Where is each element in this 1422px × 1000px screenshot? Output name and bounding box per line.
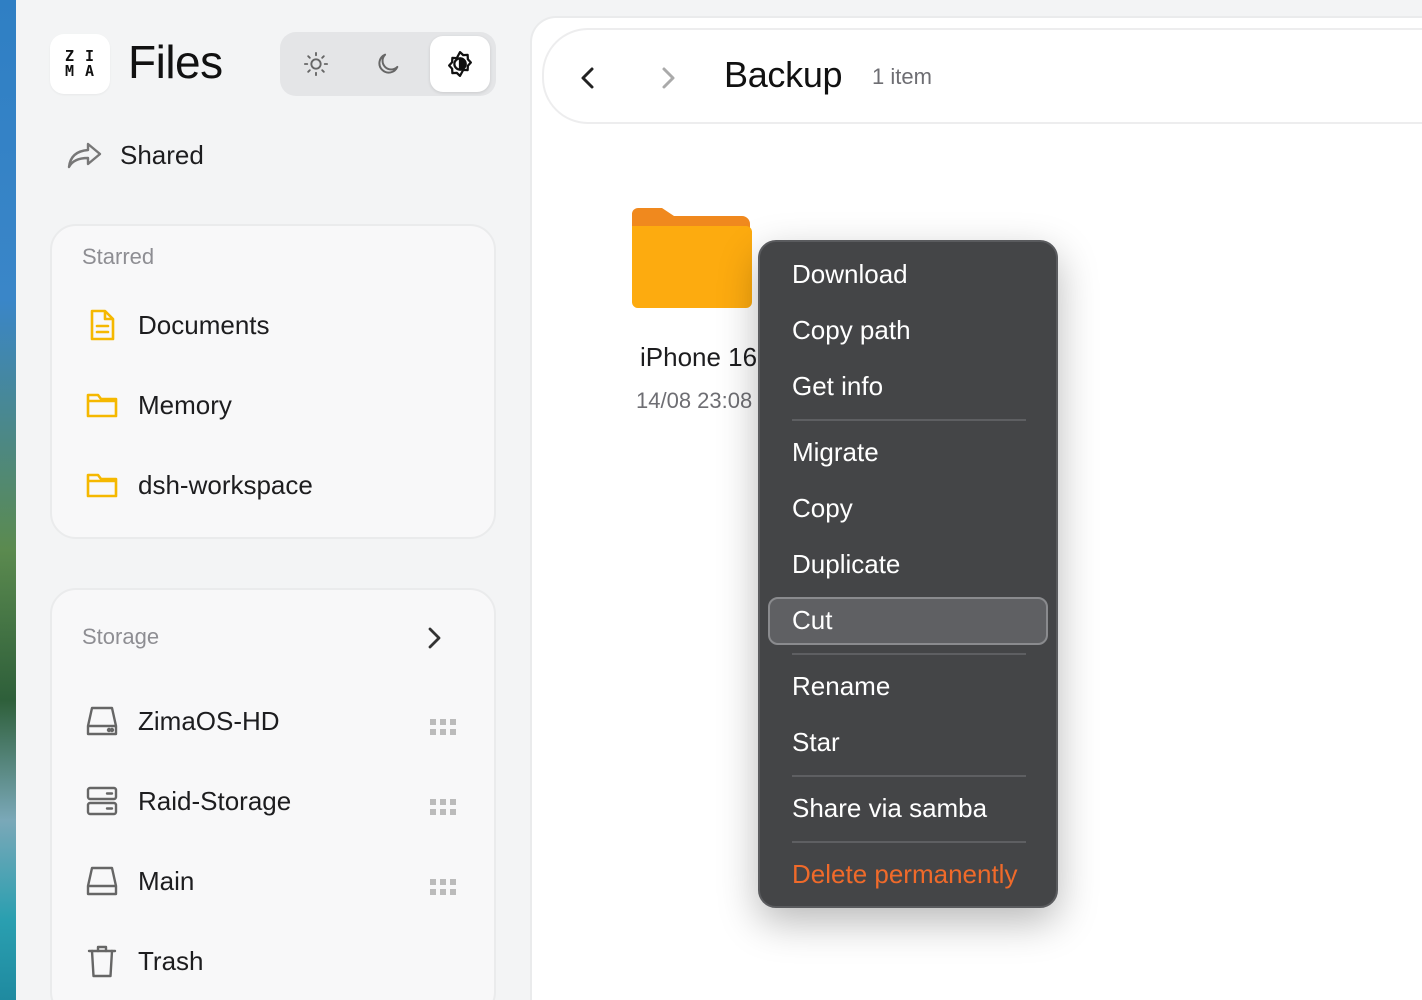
trash-icon: [82, 941, 122, 981]
back-button[interactable]: [568, 58, 608, 98]
starred-header: Starred: [82, 244, 155, 269]
toolbar: Backup 1 item: [542, 28, 1422, 124]
file-date: 14/08 23:08: [636, 388, 753, 413]
chevron-left-icon: [581, 67, 594, 89]
menu-item-get-info[interactable]: Get info: [792, 370, 883, 402]
logo-text: Z IM A: [64, 47, 96, 80]
sidebar-item-dsh-workspace[interactable]: dsh-workspace: [82, 460, 466, 510]
sidebar-item-label: Main: [138, 865, 195, 896]
menu-item-star[interactable]: Star: [792, 726, 840, 758]
document-icon: [82, 305, 122, 345]
chevron-right-icon[interactable]: [424, 626, 444, 655]
menu-item-migrate[interactable]: Migrate: [792, 436, 879, 468]
menu-item-copy[interactable]: Copy: [792, 492, 853, 524]
theme-auto-button[interactable]: [430, 36, 490, 92]
context-menu: Download Copy path Get info Migrate Copy…: [758, 240, 1058, 908]
moon-icon: [378, 53, 399, 74]
desktop-wallpaper: [0, 0, 16, 1000]
raid-icon: [82, 781, 122, 821]
sidebar-item-label: Memory: [138, 389, 232, 420]
app-title: Files: [128, 36, 223, 88]
storage-section: Storage ZimaOS-HD Raid-Storage Main Tras…: [50, 588, 496, 1000]
folder-icon: [82, 385, 122, 425]
theme-light-button[interactable]: [286, 36, 346, 92]
sidebar-item-label: dsh-workspace: [138, 469, 313, 500]
menu-item-label: Cut: [792, 605, 833, 635]
drive-icon: [82, 861, 122, 901]
theme-dark-button[interactable]: [358, 36, 418, 92]
sidebar-item-trash[interactable]: Trash: [82, 936, 466, 986]
share-icon: [67, 142, 102, 169]
auto-theme-icon: [448, 51, 472, 77]
menu-item-download[interactable]: Download: [792, 258, 908, 290]
sun-icon: [303, 51, 329, 77]
storage-header: Storage: [82, 624, 160, 649]
item-count: 1 item: [872, 64, 932, 89]
file-item[interactable]: [632, 208, 762, 313]
sidebar: Z IM A Files Shared Starred Documents Me…: [16, 0, 530, 1000]
sidebar-item-raid-storage[interactable]: Raid-Storage: [82, 776, 466, 826]
sidebar-item-main[interactable]: Main: [82, 856, 466, 906]
sidebar-item-label: Shared: [120, 139, 204, 170]
sidebar-item-label: Trash: [138, 945, 204, 976]
menu-divider: [792, 419, 1026, 421]
page-title: Backup: [724, 54, 843, 95]
sidebar-item-zimaos-hd[interactable]: ZimaOS-HD: [82, 696, 466, 746]
menu-item-duplicate[interactable]: Duplicate: [792, 548, 900, 580]
menu-divider: [792, 775, 1026, 777]
sidebar-item-shared[interactable]: Shared: [66, 130, 204, 180]
drag-handle-icon[interactable]: [430, 871, 456, 902]
sidebar-item-label: Documents: [138, 309, 270, 340]
sidebar-item-documents[interactable]: Documents: [82, 300, 466, 350]
theme-switch: [280, 32, 496, 96]
app-logo: Z IM A: [50, 34, 110, 94]
menu-item-rename[interactable]: Rename: [792, 670, 890, 702]
menu-divider: [792, 841, 1026, 843]
forward-button[interactable]: [648, 58, 688, 98]
sidebar-item-label: ZimaOS-HD: [138, 705, 280, 736]
drag-handle-icon[interactable]: [430, 711, 456, 742]
drive-icon: [82, 701, 122, 741]
sidebar-item-memory[interactable]: Memory: [82, 380, 466, 430]
drag-handle-icon[interactable]: [430, 791, 456, 822]
chevron-right-icon: [662, 67, 675, 89]
folder-icon: [82, 465, 122, 505]
menu-item-cut[interactable]: Cut: [768, 597, 1048, 645]
menu-item-copy-path[interactable]: Copy path: [792, 314, 911, 346]
starred-section: Starred Documents Memory dsh-workspace: [50, 224, 496, 539]
file-name[interactable]: iPhone 16: [640, 342, 757, 373]
sidebar-item-label: Raid-Storage: [138, 785, 292, 816]
menu-item-share-via-samba[interactable]: Share via samba: [792, 792, 987, 824]
folder-icon: [632, 208, 752, 308]
menu-item-delete-permanently[interactable]: Delete permanently: [792, 858, 1017, 890]
menu-divider: [792, 653, 1026, 655]
